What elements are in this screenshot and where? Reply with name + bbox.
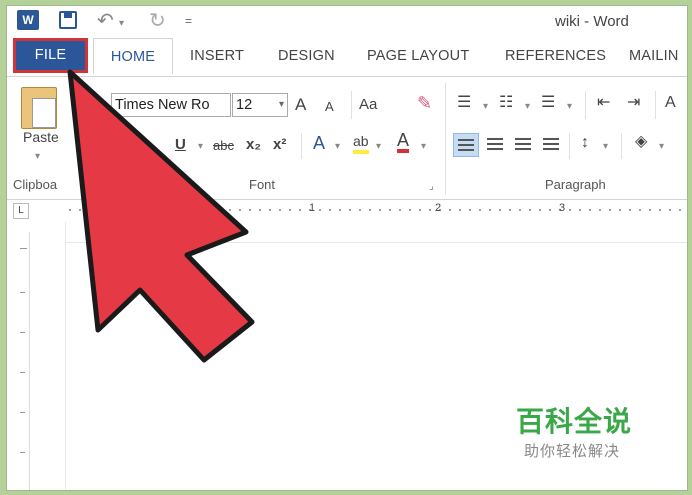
ruler-mark: 1 xyxy=(309,202,316,214)
horizontal-ruler[interactable]: 1 2 3 xyxy=(65,202,687,218)
ribbon-tabs: FILE HOME INSERT DESIGN PAGE LAYOUT REFE… xyxy=(7,38,687,76)
grow-font-icon[interactable]: A xyxy=(295,95,306,115)
increase-indent-icon[interactable]: ⇥ xyxy=(627,93,640,113)
sort-icon[interactable]: A xyxy=(665,93,676,113)
font-size-value: 12 xyxy=(236,97,253,113)
redo-icon[interactable]: ↻ xyxy=(149,8,166,33)
multilevel-dropdown-icon[interactable]: ▾ xyxy=(567,101,572,112)
ruler-mark: 2 xyxy=(435,202,442,214)
divider xyxy=(351,91,352,119)
numbering-icon[interactable]: ☷ xyxy=(499,93,513,113)
font-name-box[interactable]: Times New Ro xyxy=(111,93,231,117)
align-left-button[interactable] xyxy=(453,133,479,157)
multilevel-list-icon[interactable]: ☰ xyxy=(541,93,555,113)
divider xyxy=(569,133,570,159)
underline-button[interactable]: U xyxy=(175,135,186,155)
font-size-box[interactable]: 12 ▾ xyxy=(232,93,288,117)
font-dialog-launcher-icon[interactable]: ⌟ xyxy=(429,177,434,197)
bullets-icon[interactable]: ☰ xyxy=(457,93,471,113)
ruler-tick xyxy=(20,452,25,453)
document-title: wiki - Word xyxy=(555,13,629,30)
numbering-dropdown-icon[interactable]: ▾ xyxy=(525,101,530,112)
paste-dropdown-icon[interactable]: ▾ xyxy=(35,151,40,162)
word-app-icon[interactable]: W xyxy=(17,10,39,30)
group-divider xyxy=(445,83,446,195)
highlight-icon[interactable]: ab xyxy=(353,132,369,154)
page-edge xyxy=(65,242,687,243)
font-color-icon[interactable]: A xyxy=(397,131,410,153)
divider xyxy=(621,133,622,159)
page-edge xyxy=(65,222,66,490)
highlight-dropdown-icon[interactable]: ▾ xyxy=(376,141,381,152)
divider xyxy=(301,133,302,159)
title-bar: W ↶ ▾ ↻ = wiki - Word xyxy=(7,6,687,36)
watermark-subtitle: 助你轻松解决 xyxy=(524,443,621,460)
tab-mailings[interactable]: MAILIN xyxy=(629,38,679,74)
line-spacing-icon[interactable]: ↕ xyxy=(581,133,589,153)
customize-toolbar-icon[interactable]: = xyxy=(185,14,192,28)
divider xyxy=(585,91,586,119)
line-spacing-dropdown-icon[interactable]: ▾ xyxy=(603,141,608,152)
chevron-down-icon[interactable]: ▾ xyxy=(279,94,284,116)
font-color-dropdown-icon[interactable]: ▾ xyxy=(421,141,426,152)
shading-icon[interactable]: ◈ xyxy=(635,132,647,152)
strikethrough-button[interactable]: abc xyxy=(213,136,234,156)
font-group-label: Font xyxy=(249,177,276,192)
ruler-ticks xyxy=(65,209,687,211)
shading-dropdown-icon[interactable]: ▾ xyxy=(659,141,664,152)
bullets-dropdown-icon[interactable]: ▾ xyxy=(483,101,488,112)
ruler-tick xyxy=(20,248,27,249)
save-icon[interactable] xyxy=(59,11,77,29)
paste-button[interactable]: Paste xyxy=(23,129,59,145)
divider xyxy=(655,91,656,119)
underline-dropdown-icon[interactable]: ▾ xyxy=(198,141,203,152)
change-case-button[interactable]: Aa xyxy=(359,95,377,115)
ruler-tick xyxy=(20,292,25,293)
ruler-tick xyxy=(20,412,25,413)
tab-design[interactable]: DESIGN xyxy=(278,38,335,74)
tab-references[interactable]: REFERENCES xyxy=(505,38,606,74)
align-center-icon[interactable] xyxy=(487,138,503,150)
superscript-button[interactable]: x² xyxy=(273,135,286,155)
tab-file[interactable]: FILE xyxy=(13,38,88,73)
paragraph-group-label: Paragraph xyxy=(545,177,606,192)
ruler-tick xyxy=(20,372,25,373)
align-right-icon[interactable] xyxy=(515,138,531,150)
ruler-tick xyxy=(20,332,25,333)
justify-icon[interactable] xyxy=(543,138,559,150)
ruler-mark: 3 xyxy=(559,202,566,214)
clipboard-icon[interactable] xyxy=(21,87,57,129)
watermark-title: 百科全说 xyxy=(516,406,633,437)
tab-insert[interactable]: INSERT xyxy=(190,38,244,74)
tab-home[interactable]: HOME xyxy=(93,38,173,74)
text-effects-icon[interactable]: A xyxy=(313,133,325,153)
undo-icon[interactable]: ↶ xyxy=(97,8,114,33)
ribbon-home: Paste ▾ Clipboa Times New Ro 12 ▾ A A Aa… xyxy=(7,76,687,200)
undo-dropdown-icon[interactable]: ▾ xyxy=(119,18,124,29)
text-effects-dropdown-icon[interactable]: ▾ xyxy=(335,141,340,152)
decrease-indent-icon[interactable]: ⇤ xyxy=(597,93,610,113)
tab-selector[interactable]: L xyxy=(13,203,29,219)
vertical-ruler[interactable] xyxy=(15,232,30,490)
tab-page-layout[interactable]: PAGE LAYOUT xyxy=(367,38,469,74)
clipboard-group-label: Clipboa xyxy=(13,177,58,192)
shrink-font-icon[interactable]: A xyxy=(325,97,334,117)
align-left-icon xyxy=(458,139,474,151)
clear-formatting-icon[interactable]: ✎ xyxy=(417,93,432,113)
subscript-button[interactable]: x₂ xyxy=(246,135,261,155)
